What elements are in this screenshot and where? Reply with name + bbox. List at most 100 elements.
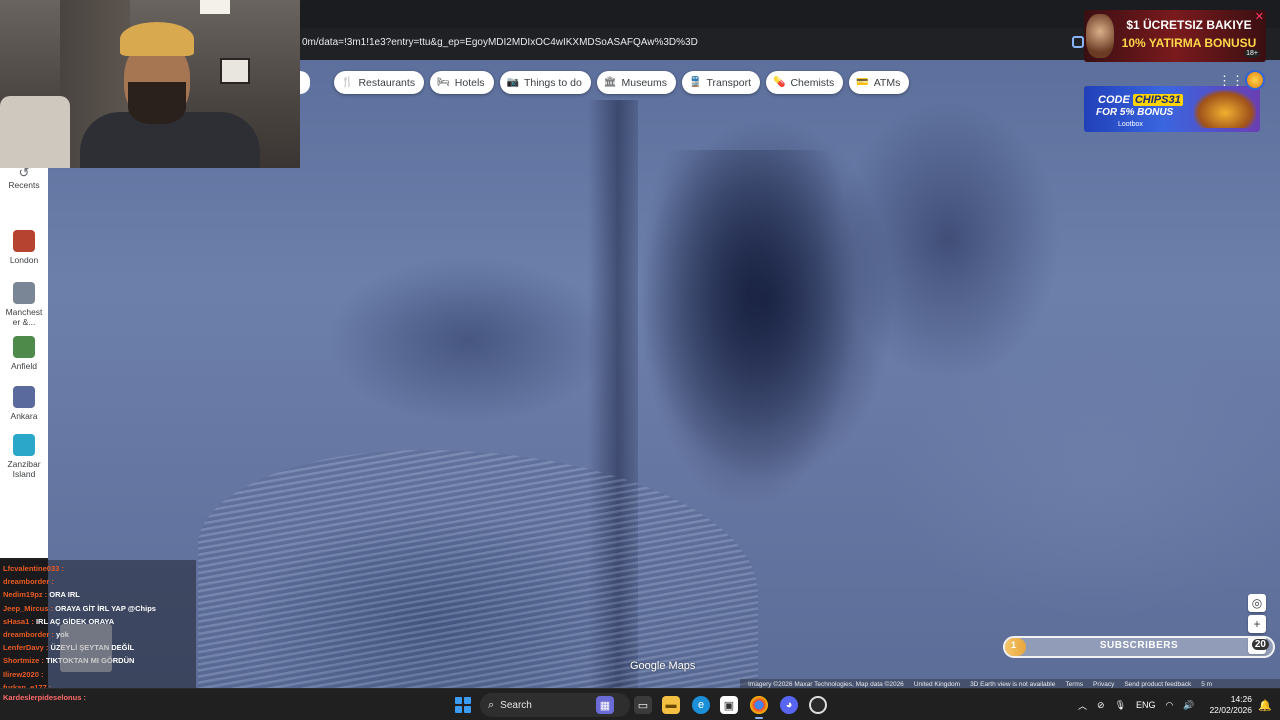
camera-icon: 📷: [506, 77, 519, 88]
microphone-icon[interactable]: 🎙: [1115, 700, 1126, 711]
clock-date: 22/02/2026: [1209, 705, 1252, 715]
sidebar-item-recent-2[interactable]: Anfield: [0, 336, 48, 371]
chip-label: Transport: [706, 76, 752, 89]
chip-label: Museums: [621, 76, 668, 89]
webcam-overlay: [0, 0, 300, 168]
wifi-icon[interactable]: ◠: [1166, 700, 1174, 711]
place-thumbnail: [13, 386, 35, 408]
sidebar-item-recent-1[interactable]: Manchest er &...: [0, 282, 48, 327]
promo-banner-code[interactable]: CODE CHIPS31 FOR 5% BONUS Lootbox: [1084, 86, 1260, 132]
promo-character: [1086, 14, 1114, 58]
close-icon[interactable]: ✕: [1255, 10, 1264, 23]
volume-icon[interactable]: 🔊: [1183, 700, 1194, 711]
subscriber-goal-target: 20: [1251, 639, 1269, 650]
chip-chemists[interactable]: 💊 Chemists: [766, 71, 844, 94]
place-thumbnail: [13, 336, 35, 358]
chrome-icon[interactable]: [750, 696, 768, 714]
webcam-picture-frame: [220, 58, 250, 84]
history-icon: ↺: [18, 165, 30, 180]
store-icon[interactable]: ▣: [720, 696, 738, 714]
chip-transport[interactable]: 🚆 Transport: [682, 71, 761, 94]
chat-line: Jeep_Mircus : ORAYA GİT İRL YAP @Chips: [0, 602, 196, 615]
address-bar[interactable]: 0m/data=!3m1!1e3?entry=ttu&g_ep=EgoyMDI2…: [300, 32, 1070, 54]
chat-username: dreamborder :: [3, 630, 54, 640]
attribution-item: 3D Earth view is not available: [970, 680, 1056, 688]
chip-label: Things to do: [524, 76, 582, 89]
chip-label: Hotels: [454, 76, 485, 89]
chips-avatar-icon[interactable]: [1245, 70, 1265, 90]
attribution-item[interactable]: Terms: [1065, 681, 1083, 688]
sidebar-item-label: Anfield: [11, 361, 37, 371]
chat-line: Nedim19pz : ORA IRL: [0, 588, 196, 601]
chat-username: Nedim19pz :: [3, 590, 48, 600]
task-view-icon[interactable]: ▭: [634, 696, 652, 714]
chat-line: Lfcvalentine033 :: [0, 562, 196, 575]
sidebar-item-recent-0[interactable]: London: [0, 230, 48, 265]
search-icon: ⌕: [488, 699, 495, 711]
sidebar-item-recent-3[interactable]: Ankara: [0, 386, 48, 421]
promo-code: CODE CHIPS31: [1098, 94, 1183, 106]
notification-icon[interactable]: 🔔: [1256, 696, 1274, 714]
sidebar-item-label: Zanzibar: [7, 459, 41, 469]
windows-start-icon[interactable]: [455, 697, 471, 713]
webcam-sofa: [0, 96, 70, 168]
chip-restaurants[interactable]: 🍴 Restaurants: [334, 71, 425, 94]
subscriber-goal-label: SUBSCRIBERS: [1099, 640, 1179, 651]
my-location-icon[interactable]: ◎: [1248, 594, 1266, 612]
edge-browser-icon[interactable]: e: [692, 696, 710, 714]
language-indicator[interactable]: ENG: [1136, 700, 1156, 710]
chevron-up-icon[interactable]: ︿: [1078, 699, 1087, 712]
file-explorer-icon[interactable]: ▬: [662, 696, 680, 714]
pharmacy-icon: 💊: [773, 77, 786, 88]
sidebar-item-label: London: [9, 255, 39, 265]
chat-message: ORA IRL: [49, 590, 80, 600]
subscriber-goal-bar: 1 SUBSCRIBERS 20: [1003, 636, 1275, 658]
zoom-in-button[interactable]: +: [1248, 615, 1266, 633]
widgets-icon[interactable]: ▦: [596, 696, 614, 714]
chat-last-line: Kardeslerpideselonus :: [0, 693, 196, 702]
museum-icon: 🏛: [603, 77, 617, 88]
chat-username: dreamborder :: [3, 577, 54, 587]
active-app-indicator: [755, 717, 763, 719]
age-badge: 18+: [1244, 49, 1260, 58]
sidebar-item-label-2: er &...: [12, 317, 36, 327]
promo-line-1: $1 ÜCRETSIZ BAKIYE: [1126, 18, 1252, 32]
webcam-ceiling-light: [200, 0, 230, 14]
chip-hotels[interactable]: 🛏 Hotels: [430, 71, 494, 94]
promo-banner-bonus[interactable]: $1 ÜCRETSIZ BAKIYE 10% YATIRMA BONUSU ✕ …: [1084, 10, 1266, 62]
promo-brand: Lootbox: [1118, 121, 1143, 128]
system-tray: ︿ ⊘ 🎙 ENG ◠ 🔊: [1078, 689, 1195, 720]
network-off-icon[interactable]: ⊘: [1097, 700, 1105, 711]
system-clock[interactable]: 14:26 22/02/2026: [1208, 694, 1252, 716]
map-dark-shape: [638, 150, 858, 510]
attribution-item[interactable]: 5 m: [1201, 681, 1212, 688]
chat-username: Shortmize :: [3, 656, 44, 666]
chat-username: LenferDavy :: [3, 643, 49, 653]
place-thumbnail: [13, 282, 35, 304]
discord-icon[interactable]: ◕: [780, 696, 798, 714]
bed-icon: 🛏: [437, 77, 450, 88]
attribution-item: Imagery ©2026 Maxar Technologies, Map da…: [748, 680, 904, 688]
place-thumbnail: [13, 434, 35, 456]
chat-username: sHasa1 :: [3, 616, 34, 626]
webcam-streamer-cap: [120, 22, 194, 56]
obs-icon[interactable]: [809, 696, 827, 714]
extension-icon[interactable]: [1072, 36, 1084, 48]
attribution-item: United Kingdom: [913, 680, 961, 688]
google-maps-logo: Google Maps: [630, 660, 696, 672]
chip-label: Restaurants: [358, 76, 416, 89]
attribution-item[interactable]: Privacy: [1093, 681, 1114, 688]
chip-atms[interactable]: 💳 ATMs: [849, 71, 910, 94]
attribution-item[interactable]: Send product feedback: [1124, 681, 1191, 688]
clock-time: 14:26: [1230, 694, 1252, 704]
chat-username: Ilirew2020 :: [3, 669, 44, 679]
screen: 0m/data=!3m1!1e3?entry=ttu&g_ep=EgoyMDI2…: [0, 0, 1280, 720]
taskbar-search-label: Search: [500, 700, 532, 711]
sidebar-item-recents[interactable]: ↺ Recents: [0, 165, 48, 190]
sidebar-item-recent-4[interactable]: Zanzibar Island: [0, 434, 48, 479]
chat-blurred-area: [60, 624, 112, 672]
chat-username: Lfcvalentine033 :: [3, 564, 64, 573]
chip-things-to-do[interactable]: 📷 Things to do: [499, 71, 591, 94]
sidebar-item-label: Manchest: [5, 307, 43, 317]
chip-museums[interactable]: 🏛 Museums: [596, 71, 677, 94]
